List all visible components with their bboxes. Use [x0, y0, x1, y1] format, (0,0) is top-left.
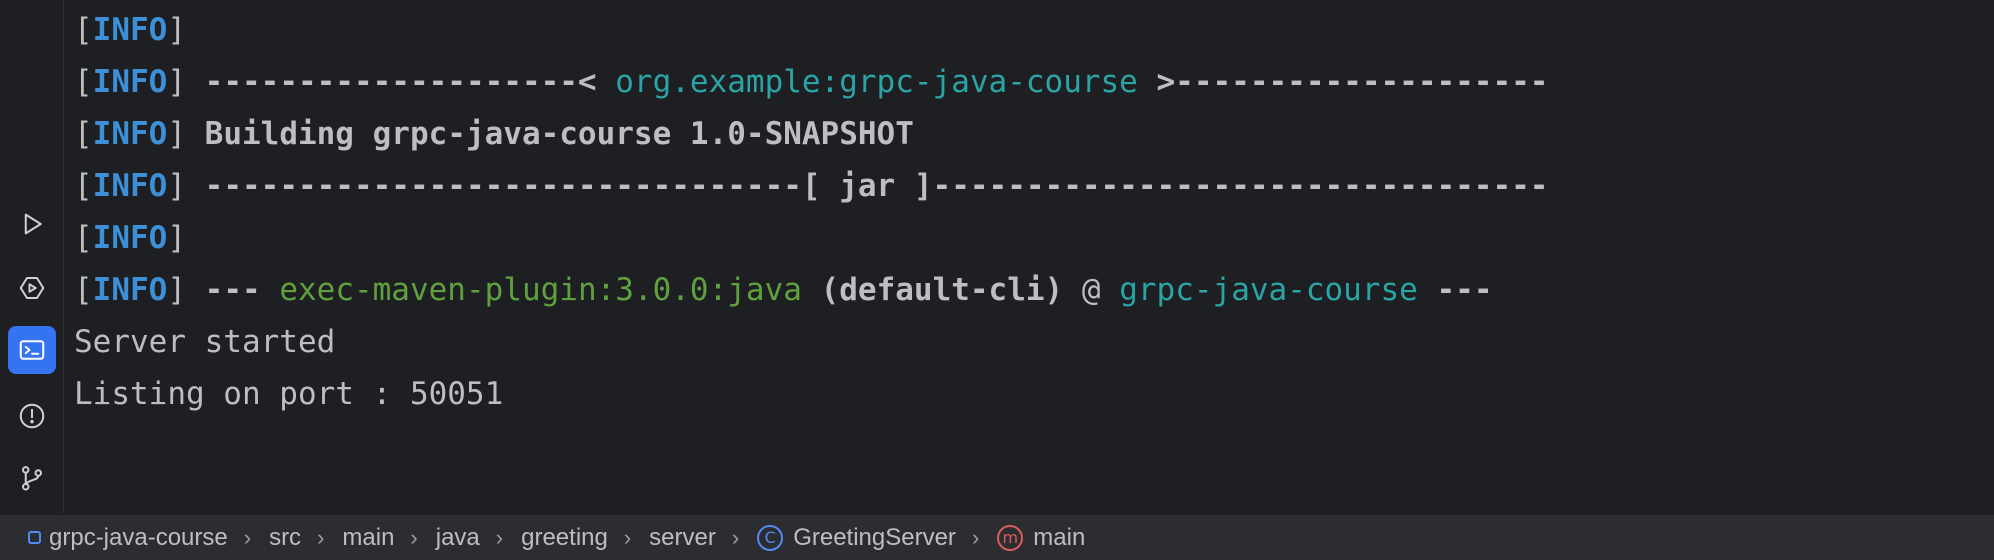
execution-id: (default-cli)	[801, 272, 1064, 308]
run-button[interactable]	[8, 200, 56, 248]
chevron-right-icon: ›	[623, 524, 632, 550]
log-line: [INFO] --- exec-maven-plugin:3.0.0:java …	[74, 264, 1994, 316]
log-line: [INFO]	[74, 212, 1994, 264]
breadcrumb-greeting[interactable]: greeting	[521, 524, 608, 552]
chevron-right-icon: ›	[243, 524, 252, 550]
log-line: [INFO] --------------------------------[…	[74, 160, 1994, 212]
breadcrumb-label: greeting	[521, 523, 608, 551]
breadcrumb-label: server	[649, 523, 716, 551]
dashes: ---	[1417, 272, 1493, 308]
services-button[interactable]	[8, 264, 56, 312]
artifact-id: org.example:grpc-java-course	[615, 64, 1138, 100]
log-line: [INFO] --------------------< org.example…	[74, 56, 1994, 108]
chevron-right-icon: ›	[410, 524, 418, 550]
problems-button[interactable]	[8, 392, 56, 440]
bracket: ]	[167, 168, 186, 204]
building-text: Building grpc-java-course 1.0-SNAPSHOT	[186, 116, 914, 152]
log-level: INFO	[92, 168, 168, 204]
git-icon	[22, 466, 43, 491]
log-level: INFO	[92, 220, 168, 256]
module-icon	[28, 531, 41, 544]
bracket: [	[74, 168, 93, 204]
terminal-output[interactable]: [INFO] [INFO] --------------------< org.…	[64, 0, 1994, 514]
chevron-right-icon: ›	[731, 524, 740, 550]
problems-icon	[19, 403, 45, 429]
bracket: ]	[167, 116, 186, 152]
breadcrumb-label: grpc-java-course	[49, 523, 228, 551]
breadcrumb-label: src	[269, 523, 302, 551]
chevron-right-icon: ›	[971, 524, 980, 550]
log-level: INFO	[92, 12, 168, 48]
chevron-right-icon: ›	[495, 524, 504, 550]
bracket: ]	[167, 220, 186, 256]
breadcrumb-server[interactable]: server	[649, 524, 716, 552]
breadcrumb-main[interactable]: main	[342, 524, 394, 552]
bracket: ]	[167, 12, 186, 48]
git-button[interactable]	[8, 454, 56, 502]
bracket: [	[74, 116, 93, 152]
log-line: [INFO] Building grpc-java-course 1.0-SNA…	[74, 108, 1994, 160]
breadcrumb-label: main	[1033, 523, 1086, 551]
bracket: ]	[167, 272, 186, 308]
bracket: [	[74, 64, 93, 100]
plugin-id: exec-maven-plugin:3.0.0:java	[279, 272, 802, 308]
tool-window-rail	[0, 0, 64, 514]
chevron-right-icon: ›	[317, 524, 325, 550]
breadcrumb-module[interactable]: grpc-java-course	[28, 524, 228, 552]
bracket: ]	[167, 64, 186, 100]
bracket: [	[74, 272, 93, 308]
breadcrumb-src[interactable]: src	[269, 524, 301, 552]
breadcrumb-java[interactable]: java	[436, 524, 480, 552]
breadcrumb-label: main	[342, 523, 395, 551]
terminal-icon	[19, 340, 45, 360]
breadcrumb-label: GreetingServer	[793, 523, 956, 551]
log-line: [INFO]	[74, 4, 1994, 56]
packaging-text: --------------------------------[ jar ]-…	[186, 168, 1549, 204]
output-line: Listing on port : 50051	[74, 376, 504, 412]
terminal-button[interactable]	[8, 326, 56, 374]
bracket: [	[74, 220, 93, 256]
project-name: grpc-java-course	[1119, 272, 1418, 308]
breadcrumb-method[interactable]: m main	[997, 524, 1085, 552]
method-icon: m	[997, 524, 1024, 551]
separator-text: --------------------<	[186, 64, 616, 100]
separator-text: >--------------------	[1137, 64, 1549, 100]
log-level: INFO	[92, 116, 168, 152]
log-level: INFO	[92, 64, 168, 100]
breadcrumb-label: java	[435, 523, 480, 551]
output-line: Server started	[74, 324, 336, 360]
dashes: ---	[186, 272, 280, 308]
bracket: [	[74, 12, 93, 48]
services-icon	[19, 277, 45, 299]
breadcrumb-class[interactable]: C GreetingServer	[757, 524, 956, 552]
navigation-breadcrumbs: grpc-java-course › src › main › java › g…	[0, 514, 1994, 560]
run-icon	[24, 213, 42, 235]
at-sign: @	[1063, 272, 1120, 308]
class-icon: C	[757, 524, 784, 551]
log-level: INFO	[92, 272, 168, 308]
